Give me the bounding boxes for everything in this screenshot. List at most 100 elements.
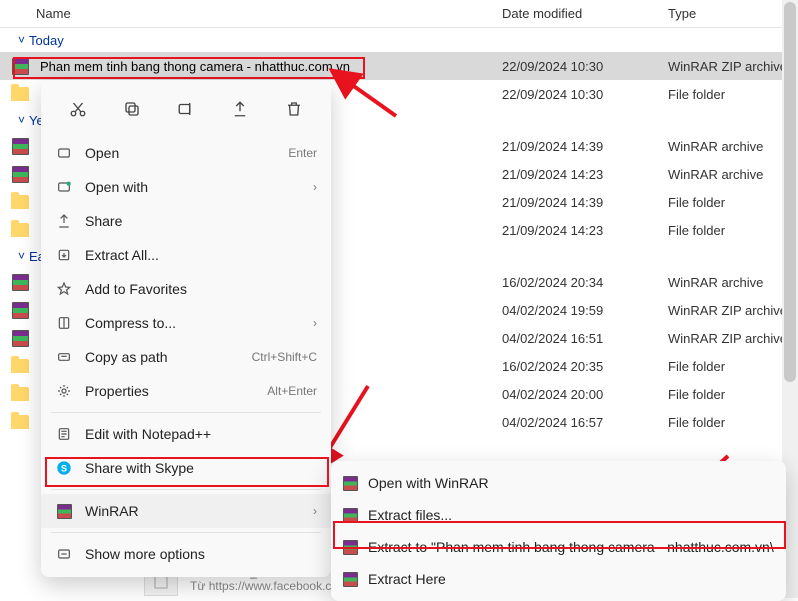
column-header-row: Name Date modified Type	[0, 0, 798, 28]
menu-item-show-more-options[interactable]: Show more options	[41, 537, 331, 571]
submenu-label: Open with WinRAR	[368, 475, 774, 491]
winrar-icon	[343, 540, 358, 555]
chevron-down-icon: ˅	[18, 113, 25, 127]
menu-item-label: Show more options	[85, 546, 317, 562]
menu-item-shortcut: Ctrl+Shift+C	[252, 350, 317, 364]
context-menu: Open Enter Open with › Share Extract All…	[41, 80, 331, 577]
copy-button[interactable]	[115, 92, 149, 126]
submenu-item-1[interactable]: Extract files...	[331, 499, 786, 531]
menu-item-label: Properties	[85, 383, 255, 399]
more-icon	[55, 545, 73, 563]
submenu-label: Extract Here	[368, 571, 774, 587]
share-button[interactable]	[223, 92, 257, 126]
winrar-icon	[12, 274, 29, 291]
group-header[interactable]: ˅ Today	[0, 28, 798, 52]
cut-button[interactable]	[61, 92, 95, 126]
file-date: 21/09/2024 14:23	[502, 167, 668, 182]
column-name[interactable]: Name	[0, 6, 502, 21]
folder-icon	[11, 387, 29, 401]
copypath-icon	[55, 348, 73, 366]
submenu-label: Extract to "Phan mem tinh bang thong cam…	[368, 539, 774, 555]
share-icon	[55, 212, 73, 230]
menu-item-open[interactable]: Open Enter	[41, 136, 331, 170]
chevron-down-icon: ˅	[18, 249, 25, 263]
menu-item-add-to-favorites[interactable]: Add to Favorites	[41, 272, 331, 306]
share-icon	[231, 100, 249, 118]
menu-item-shortcut: Enter	[288, 146, 317, 160]
rename-icon	[177, 100, 195, 118]
context-submenu: Open with WinRAR Extract files... Extrac…	[331, 461, 786, 601]
open-icon	[55, 144, 73, 162]
file-type: File folder	[668, 359, 798, 374]
menu-item-properties[interactable]: Properties Alt+Enter	[41, 374, 331, 408]
menu-item-share-with-skype[interactable]: S Share with Skype	[41, 451, 331, 485]
extract-icon	[55, 246, 73, 264]
group-label: Today	[29, 33, 64, 48]
file-type: WinRAR ZIP archive	[668, 303, 798, 318]
file-type: File folder	[668, 387, 798, 402]
copy-icon	[123, 100, 141, 118]
menu-item-open-with[interactable]: Open with ›	[41, 170, 331, 204]
menu-item-label: Add to Favorites	[85, 281, 317, 297]
file-type: File folder	[668, 87, 798, 102]
file-row[interactable]: Phan mem tinh bang thong camera - nhatth…	[0, 52, 798, 80]
menu-item-compress-to-[interactable]: Compress to... ›	[41, 306, 331, 340]
winrar-icon	[12, 330, 29, 347]
menu-item-copy-as-path[interactable]: Copy as path Ctrl+Shift+C	[41, 340, 331, 374]
winrar-icon	[12, 302, 29, 319]
winrar-icon	[343, 508, 358, 523]
file-type: WinRAR archive	[668, 275, 798, 290]
file-type: WinRAR ZIP archive	[668, 331, 798, 346]
file-name: Phan mem tinh bang thong camera - nhatth…	[40, 59, 502, 74]
menu-item-extract-all-[interactable]: Extract All...	[41, 238, 331, 272]
menu-separator	[51, 532, 321, 533]
menu-item-label: Edit with Notepad++	[85, 426, 317, 442]
skype-icon: S	[55, 459, 73, 477]
menu-item-winrar[interactable]: WinRAR ›	[41, 494, 331, 528]
submenu-label: Extract files...	[368, 507, 774, 523]
file-date: 04/02/2024 16:51	[502, 331, 668, 346]
context-menu-top-actions	[41, 86, 331, 136]
menu-item-label: Share with Skype	[85, 460, 317, 476]
folder-icon	[11, 223, 29, 237]
menu-item-edit-with-notepad-[interactable]: Edit with Notepad++	[41, 417, 331, 451]
chevron-right-icon: ›	[313, 180, 317, 194]
winrar-icon	[12, 166, 29, 183]
scrollbar-thumb[interactable]	[784, 2, 796, 382]
column-type[interactable]: Type	[668, 6, 798, 21]
notepad-icon	[55, 425, 73, 443]
menu-item-share[interactable]: Share	[41, 204, 331, 238]
menu-item-label: Open	[85, 145, 276, 161]
file-date: 04/02/2024 16:57	[502, 415, 668, 430]
file-date: 21/09/2024 14:39	[502, 195, 668, 210]
openwith-icon	[55, 178, 73, 196]
chevron-down-icon: ˅	[18, 33, 25, 47]
file-type: File folder	[668, 223, 798, 238]
chevron-right-icon: ›	[313, 316, 317, 330]
delete-icon	[285, 100, 303, 118]
file-date: 21/09/2024 14:39	[502, 139, 668, 154]
cut-icon	[69, 100, 87, 118]
submenu-item-2[interactable]: Extract to "Phan mem tinh bang thong cam…	[331, 531, 786, 563]
menu-item-label: Compress to...	[85, 315, 301, 331]
submenu-item-0[interactable]: Open with WinRAR	[331, 467, 786, 499]
file-type: WinRAR archive	[668, 167, 798, 182]
file-date: 04/02/2024 19:59	[502, 303, 668, 318]
rename-button[interactable]	[169, 92, 203, 126]
winrar-icon	[55, 502, 73, 520]
menu-separator	[51, 489, 321, 490]
file-date: 16/02/2024 20:34	[502, 275, 668, 290]
column-date[interactable]: Date modified	[502, 6, 668, 21]
folder-icon	[11, 195, 29, 209]
download-source: Từ https://www.facebook.com	[190, 579, 348, 593]
file-type: WinRAR ZIP archive	[668, 59, 798, 74]
menu-item-label: Copy as path	[85, 349, 240, 365]
menu-item-label: Extract All...	[85, 247, 317, 263]
submenu-item-3[interactable]: Extract Here	[331, 563, 786, 595]
file-date: 22/09/2024 10:30	[502, 59, 668, 74]
menu-item-shortcut: Alt+Enter	[267, 384, 317, 398]
menu-item-label: Share	[85, 213, 317, 229]
winrar-icon	[12, 58, 29, 75]
delete-button[interactable]	[277, 92, 311, 126]
file-date: 04/02/2024 20:00	[502, 387, 668, 402]
